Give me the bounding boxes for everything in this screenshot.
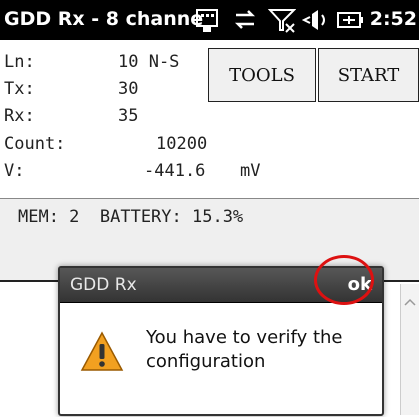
- tx-label: Tx:: [4, 79, 35, 99]
- v-value: -441.6: [144, 161, 206, 181]
- rx-label: Rx:: [4, 106, 35, 126]
- warning-icon: [80, 331, 124, 371]
- dialog-message: You have to verify the configuration: [146, 327, 343, 372]
- data-transfer-icon: [234, 10, 256, 29]
- ln-value: 10 N-S: [118, 52, 180, 72]
- scroll-up-icon[interactable]: [401, 294, 419, 312]
- signal-off-icon: [268, 9, 296, 33]
- status-bar: GDD Rx - 8 channe 2:52: [0, 0, 419, 40]
- scrollbar[interactable]: [400, 284, 419, 415]
- v-label: V:: [4, 161, 25, 181]
- count-value: 10200: [156, 134, 208, 154]
- dialog-title: GDD Rx: [70, 275, 137, 295]
- sip-keyboard-icon[interactable]: [194, 6, 220, 34]
- tx-value: 30: [118, 79, 139, 99]
- ln-label: Ln:: [4, 52, 35, 72]
- window-title: GDD Rx - 8 channe: [4, 8, 204, 30]
- start-button[interactable]: START: [318, 48, 419, 102]
- rx-value: 35: [118, 106, 139, 126]
- v-unit: mV: [240, 161, 261, 181]
- volume-icon[interactable]: [302, 6, 330, 34]
- tools-button[interactable]: TOOLS: [208, 48, 316, 102]
- status-text: MEM: 2 BATTERY: 15.3%: [18, 207, 244, 227]
- battery-charging-icon[interactable]: [336, 6, 364, 34]
- ok-highlight-circle: [314, 255, 374, 305]
- clock: 2:52: [369, 8, 417, 30]
- count-label: Count:: [4, 134, 66, 154]
